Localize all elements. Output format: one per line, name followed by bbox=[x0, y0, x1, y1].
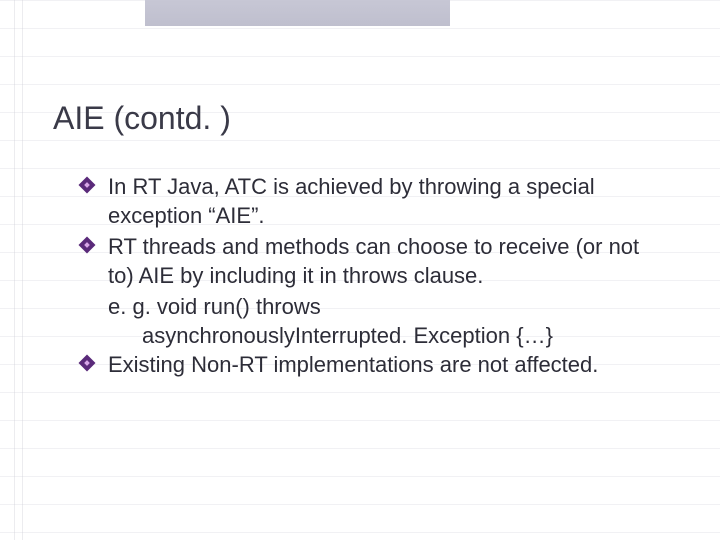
diamond-bullet-icon bbox=[80, 356, 94, 370]
bullet-text: Existing Non-RT implementations are not … bbox=[108, 350, 598, 379]
decorative-top-bar bbox=[145, 0, 450, 26]
bullet-item-1: In RT Java, ATC is achieved by throwing … bbox=[80, 172, 660, 230]
bullet-text: RT threads and methods can choose to rec… bbox=[108, 232, 660, 290]
diamond-bullet-icon bbox=[80, 238, 94, 252]
slide: AIE (contd. ) In RT Java, ATC is achieve… bbox=[0, 0, 720, 540]
slide-content: In RT Java, ATC is achieved by throwing … bbox=[80, 172, 660, 381]
bullet-subtext-exception: asynchronouslyInterrupted. Exception {…} bbox=[142, 321, 660, 350]
bullet-item-2: RT threads and methods can choose to rec… bbox=[80, 232, 660, 290]
bullet-subtext-eg: e. g. void run() throws bbox=[108, 292, 660, 321]
bullet-text: In RT Java, ATC is achieved by throwing … bbox=[108, 172, 660, 230]
bullet-item-3: Existing Non-RT implementations are not … bbox=[80, 350, 660, 379]
slide-title: AIE (contd. ) bbox=[53, 100, 231, 137]
diamond-bullet-icon bbox=[80, 178, 94, 192]
